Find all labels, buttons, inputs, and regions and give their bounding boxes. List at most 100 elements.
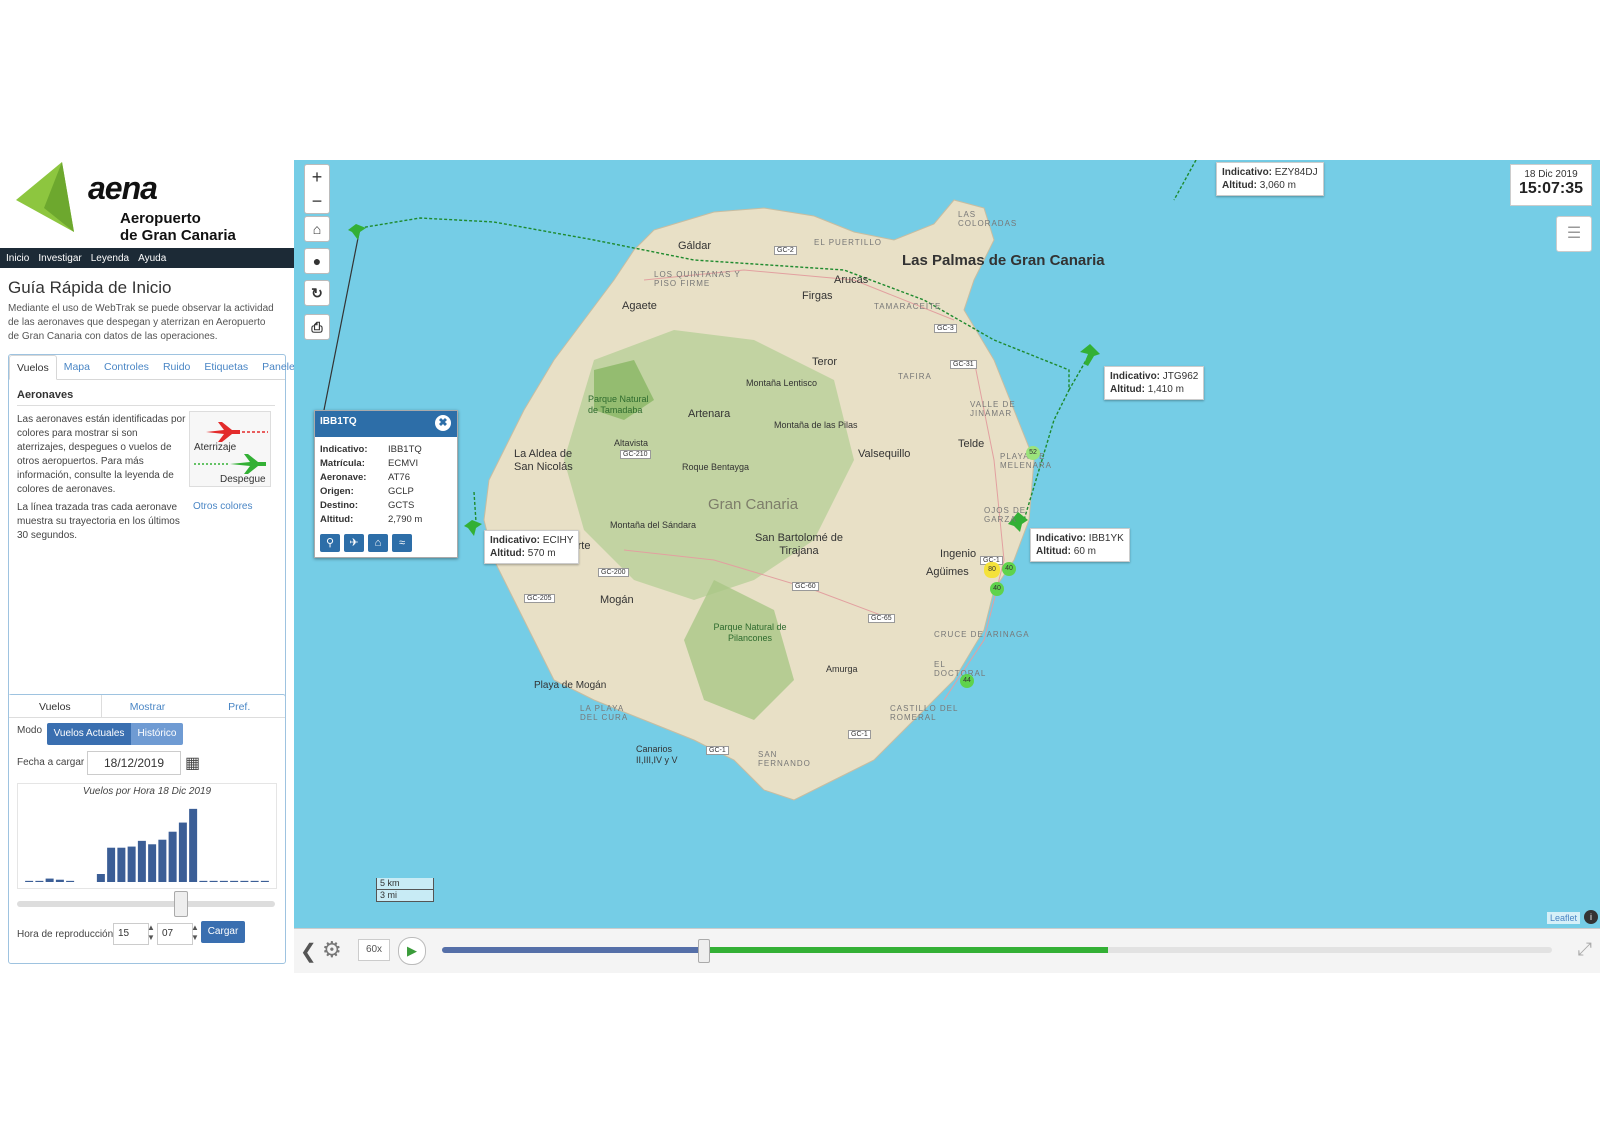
road-label: GC-200 [598,568,629,577]
graph-icon[interactable]: ≈ [392,534,412,552]
tab-show[interactable]: Mostrar [102,695,194,717]
minute-input[interactable]: 07 [157,923,193,945]
locality-label: CASTILLO DEL ROMERAL [890,704,959,722]
road-label: GC-1 [848,730,871,739]
place-label: Parque Natural de Pilancones [713,622,787,643]
tab-flights[interactable]: Vuelos [9,695,102,717]
tab-ruido[interactable]: Ruido [156,355,197,379]
history-button[interactable]: Histórico [131,723,183,745]
zoom-control: + − [304,164,330,214]
attribution-link[interactable]: Leaflet [1546,912,1580,924]
info-icon[interactable]: i [1584,910,1598,924]
locality-label: CRUCE DE ARINAGA [934,630,1030,639]
speech-bubble-icon[interactable]: ⚲ [320,534,340,552]
locality-label: EL PUERTILLO [814,238,883,247]
place-label: Ingenio [940,548,977,560]
timeline-track[interactable] [442,939,1552,963]
calendar-icon[interactable]: ▦ [185,753,200,773]
popup-row: Origen: GCLP [320,486,414,497]
current-flights-button[interactable]: Vuelos Actuales [47,723,131,745]
timeline-thumb[interactable] [697,939,710,963]
hour-slider-track[interactable] [17,901,275,907]
place-label: Agüimes [926,566,969,578]
chart-bar [96,874,105,882]
collapse-chevron-icon[interactable]: ❮ [300,939,317,964]
flight-tag-ezy84dj[interactable]: Indicativo: EZY84DJ Altitud: 3,060 m [1216,162,1324,196]
layers-icon[interactable]: ☰ [1556,216,1592,252]
expand-icon[interactable]: ⤢ [1578,939,1592,960]
aircraft-ibb1tq-icon[interactable] [348,224,366,240]
date-input[interactable]: 18/12/2019 [87,751,181,775]
road-label: GC-1 [706,746,729,755]
place-label: Montaña de las Pilas [774,420,858,430]
tab-vuelos[interactable]: Vuelos [9,355,57,380]
hour-slider-thumb[interactable] [173,891,188,917]
tab-controles[interactable]: Controles [97,355,156,379]
top-nav: Inicio Investigar Leyenda Ayuda [0,248,294,268]
place-label: Parque Natural de Tamadaba [588,394,649,415]
noise-monitor-badge[interactable]: 40 [990,582,1004,596]
paw-icon[interactable]: ● [304,248,330,274]
popup-row: Destino: GCTS [320,500,415,511]
close-icon[interactable]: ✖ [435,415,451,431]
popup-row: Matrícula: ECMVI [320,458,419,469]
road-label: GC-65 [868,614,895,623]
tab-mapa[interactable]: Mapa [57,355,97,379]
play-icon[interactable]: ▶ [398,937,426,965]
minute-stepper-icon[interactable]: ▲ ▼ [191,923,199,943]
aeronaves-text: Las aeronaves están identificadas por co… [17,414,186,495]
locality-label: TAFIRA [898,372,932,381]
aircraft-jtg962-icon[interactable] [1080,344,1100,366]
road-label: GC-205 [524,594,555,603]
popup-row: Aeronave: AT76 [320,472,411,483]
chart-bar [117,847,126,882]
flight-tag-ecihy[interactable]: Indicativo: ECIHY Altitud: 570 m [484,530,580,564]
playback-bar: ❮ ⚙ 60x ▶ ⤢ [294,928,1600,973]
place-label: Arucas [834,274,869,286]
gear-icon[interactable]: ⚙ [322,937,342,963]
noise-monitor-badge[interactable]: 52 [1026,446,1040,460]
noise-monitor-badge[interactable]: 44 [960,674,974,688]
airplane-icon[interactable]: ✈ [344,534,364,552]
map-date: 18 Dic 2019 [1524,169,1578,180]
refresh-icon[interactable]: ↻ [304,280,330,306]
load-button[interactable]: Cargar [201,921,245,943]
map-view[interactable]: + − ⌂ ● ↻ ⎙ 18 Dic 2019 15:07:35 ☰ Gálda… [294,160,1600,928]
nav-inicio[interactable]: Inicio [0,249,32,264]
place-label: Playa de Mogán [534,680,607,691]
playback-speed[interactable]: 60x [358,939,390,961]
sidebar: aena Aeropuerto de Gran Canaria Inicio In… [0,160,300,972]
place-label: Teror [812,356,838,368]
flight-tag-jtg962[interactable]: Indicativo: JTG962 Altitud: 1,410 m [1104,366,1205,400]
chart-bar [178,822,187,882]
place-label: Canarios II,III,IV y V [636,744,678,765]
other-colors-link[interactable]: Otros colores [193,501,252,512]
home-icon[interactable]: ⌂ [368,534,388,552]
locality-label: TAMARACEITE [874,302,942,311]
noise-monitor-badge[interactable]: 80 [984,562,1000,578]
hour-input[interactable]: 15 [113,923,149,945]
trail-text: La línea trazada tras cada aeronave mues… [17,502,180,541]
home-icon[interactable]: ⌂ [304,216,330,242]
hour-stepper-icon[interactable]: ▲ ▼ [147,923,155,943]
date-label: Fecha a cargar [17,757,85,768]
place-label: Telde [958,438,985,450]
nav-investigar[interactable]: Investigar [32,249,84,264]
timeline-loaded [702,947,1108,953]
place-label: Roque Bentayga [682,462,750,472]
chart-bar [168,831,177,882]
place-label: Las Palmas de Gran Canaria [902,252,1105,269]
nav-leyenda[interactable]: Leyenda [85,249,132,264]
aircraft-ecihy-icon[interactable] [464,520,482,536]
nav-ayuda[interactable]: Ayuda [132,249,169,264]
chart-bar [148,844,157,882]
chart-bar [219,880,228,882]
zoom-in-button[interactable]: + [305,165,329,189]
landing-plane-icon [206,422,240,442]
print-icon[interactable]: ⎙ [304,314,330,340]
noise-monitor-badge[interactable]: 40 [1002,562,1016,576]
tab-prefs[interactable]: Pref. [193,695,285,717]
flight-tag-ibb1yk[interactable]: Indicativo: IBB1YK Altitud: 60 m [1030,528,1130,562]
tab-etiquetas[interactable]: Etiquetas [197,355,255,379]
zoom-out-button[interactable]: − [305,189,329,213]
